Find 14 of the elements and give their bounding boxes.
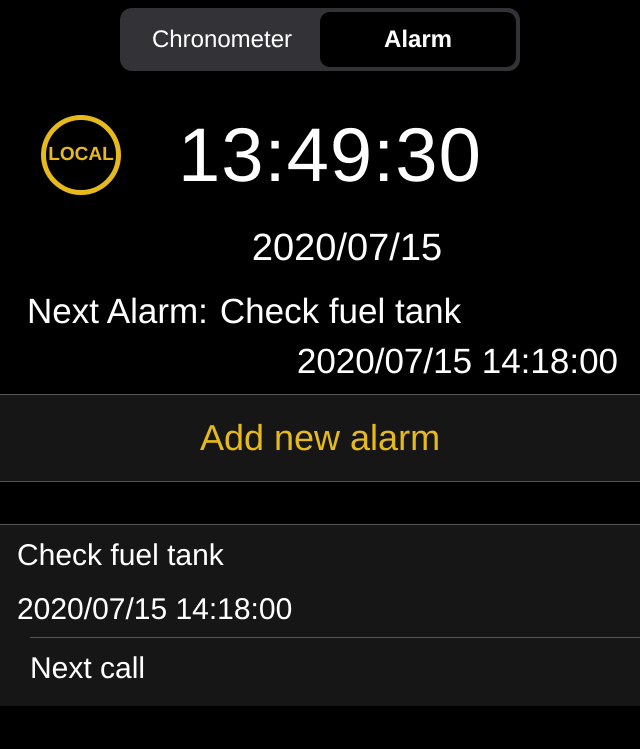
next-alarm-name: Check fuel tank [220, 292, 462, 332]
next-alarm-label: Next Alarm: [27, 292, 208, 332]
tab[interactable]: Chronometer [124, 12, 320, 67]
alarm-item[interactable]: Check fuel tank 2020/07/15 14:18:00 [0, 525, 640, 637]
alarm-time: 2020/07/15 14:18:00 [17, 593, 294, 627]
tab[interactable]: Alarm [320, 12, 516, 67]
next-alarm-time: 2020/07/15 14:18:00 [296, 342, 618, 382]
add-alarm-button[interactable]: Add new alarm [0, 394, 640, 482]
clock-date: 2020/07/15 [252, 227, 442, 270]
clock-time: 13:49:30 [178, 112, 482, 198]
alarm-title: Next call [30, 652, 146, 686]
alarm-item[interactable]: Next call [30, 637, 640, 706]
alarm-title: Check fuel tank [17, 539, 225, 573]
local-badge: LOCAL [41, 115, 121, 195]
